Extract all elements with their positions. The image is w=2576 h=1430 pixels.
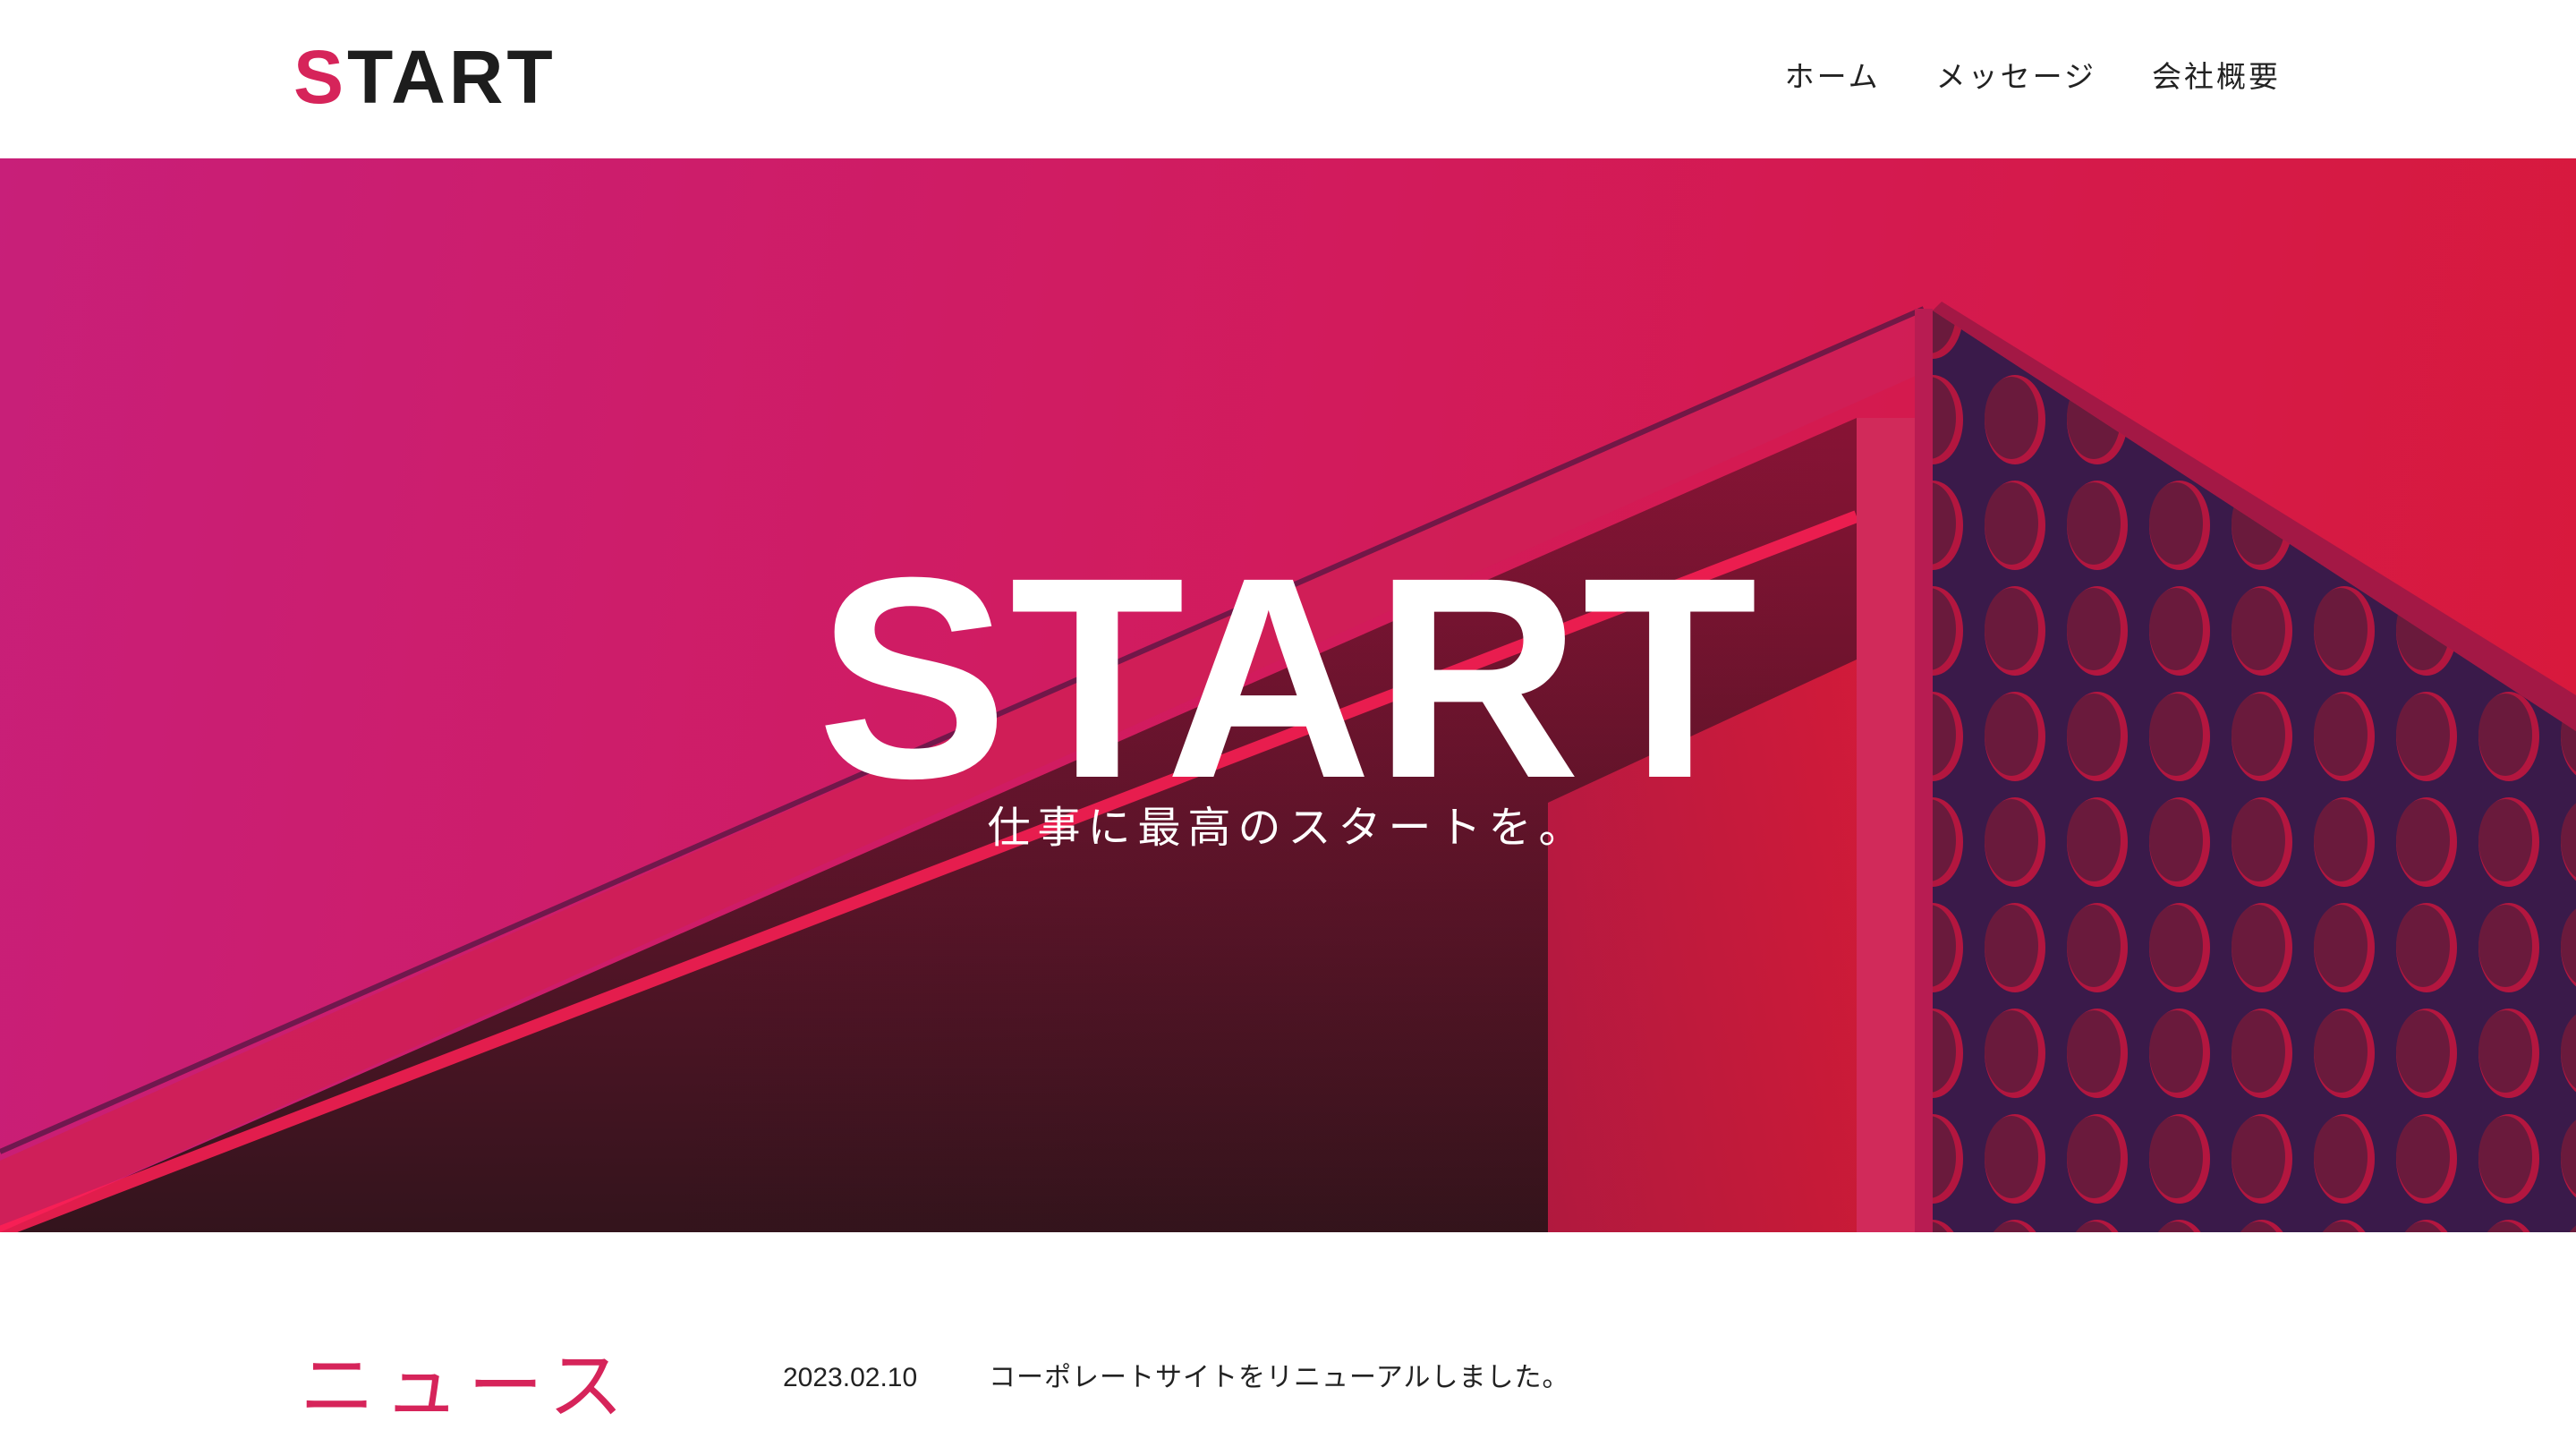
nav-item-home[interactable]: ホーム — [1785, 50, 1881, 104]
nav-item-company[interactable]: 会社概要 — [2152, 50, 2281, 104]
news-item-title[interactable]: コーポレートサイトをリニューアルしました。 — [989, 1365, 1570, 1392]
site-logo[interactable]: S TART — [293, 35, 557, 119]
hero-subtitle: 仕事に最高のスタートを。 — [987, 803, 1589, 853]
news-item-date: 2023.02.10 — [783, 1363, 918, 1392]
hero-section: START 仕事に最高のスタートを。 — [0, 158, 2576, 1232]
nav-item-message[interactable]: メッセージ — [1936, 50, 2096, 104]
main-nav: ホーム メッセージ 会社概要 — [1785, 50, 2281, 104]
news-item[interactable]: 2023.02.10 コーポレートサイトをリニューアルしました。 — [783, 1365, 1570, 1392]
news-section: ニュース 2023.02.10 コーポレートサイトをリニューアルしました。 — [0, 1232, 2576, 1424]
logo-first-letter: S — [293, 35, 348, 119]
news-heading: ニュース — [300, 1342, 633, 1430]
logo-rest: TART — [347, 35, 557, 119]
site-header: S TART ホーム メッセージ 会社概要 — [0, 0, 2576, 158]
hero-title: START — [817, 517, 1759, 838]
